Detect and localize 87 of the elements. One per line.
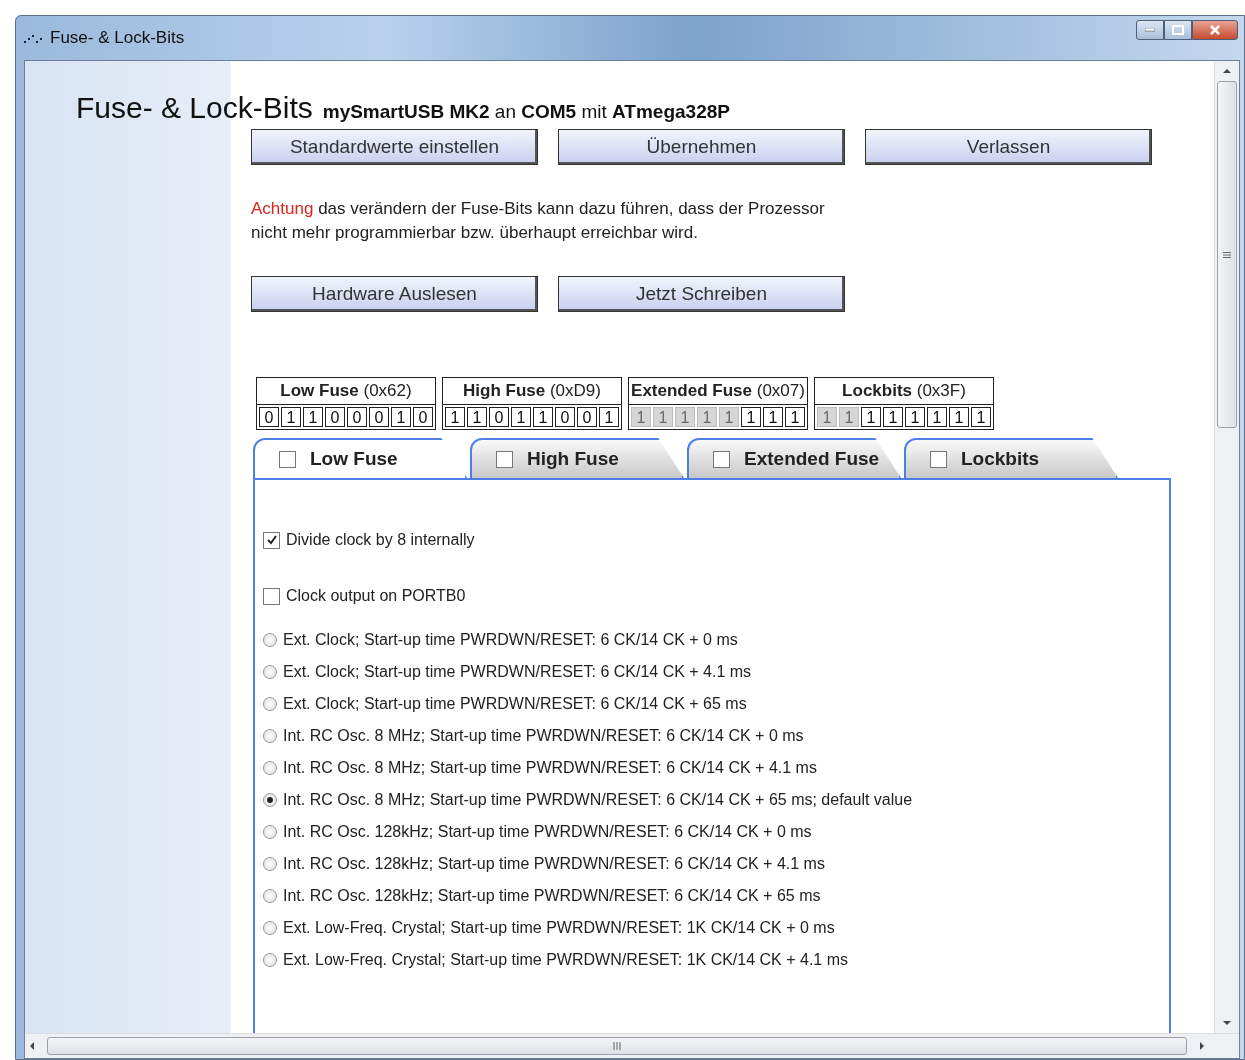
radio-button[interactable] bbox=[263, 921, 277, 935]
option-label: Ext. Clock; Start-up time PWRDWN/RESET: 6 CK/14 CK + 4.1 ms bbox=[283, 663, 752, 681]
checkbox[interactable] bbox=[713, 450, 730, 468]
action-button[interactable]: Standardwerte einstellen bbox=[251, 129, 538, 165]
bit-cell[interactable]: 0 bbox=[259, 407, 279, 427]
bit-cell[interactable]: 1 bbox=[785, 407, 805, 427]
scroll-down-icon[interactable] bbox=[1222, 1019, 1232, 1027]
bit-cell[interactable]: 1 bbox=[861, 407, 881, 427]
option-label: Ext. Clock; Start-up time PWRDWN/RESET: 6 CK/14 CK + 65 ms bbox=[283, 695, 747, 713]
bit-cell[interactable]: 1 bbox=[445, 407, 465, 427]
checkbox[interactable] bbox=[263, 531, 280, 549]
bit-cell[interactable]: 1 bbox=[281, 407, 301, 427]
bit-cell[interactable]: 1 bbox=[949, 407, 969, 427]
fuse-header: Extended Fuse (0x07) bbox=[629, 378, 807, 405]
option-label: Int. RC Osc. 8 MHz; Start-up time PWRDWN/RESET: 6 CK/14 CK + 4.1 ms bbox=[283, 759, 817, 777]
bit-cell[interactable]: 1 bbox=[905, 407, 925, 427]
device-info: mySmartUSB MK2 an COM5 mit ATmega328P bbox=[322, 101, 730, 123]
bit-cell[interactable]: 1 bbox=[511, 407, 531, 427]
fuse-header: Lockbits (0x3F) bbox=[815, 378, 993, 405]
checkbox[interactable] bbox=[263, 587, 280, 605]
option-label: Int. RC Osc. 128kHz; Start-up time PWRDWN/RESET: 6 CK/14 CK + 65 ms bbox=[283, 887, 821, 905]
option-label: Int. RC Osc. 128kHz; Start-up time PWRDWN/RESET: 6 CK/14 CK + 0 ms bbox=[283, 823, 812, 841]
option-label: Ext. Clock; Start-up time PWRDWN/RESET: 6 CK/14 CK + 0 ms bbox=[283, 631, 738, 649]
bit-cell[interactable]: 0 bbox=[347, 407, 367, 427]
option-label: Ext. Low-Freq. Crystal; Start-up time PWRDWN/RESET: 1K CK/14 CK + 4.1 ms bbox=[283, 951, 849, 969]
bit-cell[interactable]: 1 bbox=[467, 407, 487, 427]
option-label: Clock output on PORTB0 bbox=[286, 587, 466, 605]
radio-button[interactable] bbox=[263, 825, 277, 839]
checkbox[interactable] bbox=[279, 450, 296, 468]
app-icon bbox=[24, 33, 44, 43]
window-title: Fuse- & Lock-Bits bbox=[50, 28, 185, 48]
page-title: Fuse- & Lock-Bits bbox=[76, 91, 313, 125]
radio-button[interactable] bbox=[263, 889, 277, 903]
grip-icon bbox=[613, 1042, 621, 1050]
tab[interactable]: High Fuse bbox=[470, 438, 684, 478]
option-label: Int. RC Osc. 8 MHz; Start-up time PWRDWN/RESET: 6 CK/14 CK + 65 ms; default value bbox=[283, 791, 913, 809]
option-label: Ext. Low-Freq. Crystal; Start-up time PWRDWN/RESET: 1K CK/14 CK + 0 ms bbox=[283, 919, 835, 937]
bit-cell[interactable]: 0 bbox=[325, 407, 345, 427]
horizontal-scrollbar[interactable] bbox=[25, 1033, 1239, 1058]
bit-cell[interactable]: 0 bbox=[489, 407, 509, 427]
fuse-header: High Fuse (0xD9) bbox=[443, 378, 621, 405]
bit-cell[interactable]: 1 bbox=[391, 407, 411, 427]
tab[interactable]: Low Fuse bbox=[253, 438, 467, 478]
grip-icon bbox=[1223, 251, 1231, 258]
minimize-button[interactable] bbox=[1136, 20, 1164, 40]
bit-cell[interactable]: 0 bbox=[369, 407, 389, 427]
radio-button[interactable] bbox=[263, 857, 277, 871]
bit-cell[interactable]: 1 bbox=[883, 407, 903, 427]
maximize-button[interactable] bbox=[1164, 20, 1192, 40]
fuse-header: Low Fuse (0x62) bbox=[257, 378, 435, 405]
radio-button[interactable] bbox=[263, 953, 277, 967]
action-button[interactable]: Übernehmen bbox=[558, 129, 845, 165]
vertical-scrollbar[interactable] bbox=[1214, 61, 1239, 1033]
action-button[interactable]: Hardware Auslesen bbox=[251, 276, 538, 312]
bit-cell[interactable]: 1 bbox=[303, 407, 323, 427]
option-label: Divide clock by 8 internally bbox=[286, 531, 475, 549]
radio-button[interactable] bbox=[263, 697, 277, 711]
option-label: Int. RC Osc. 8 MHz; Start-up time PWRDWN/RESET: 6 CK/14 CK + 0 ms bbox=[283, 727, 804, 745]
close-button[interactable] bbox=[1192, 20, 1238, 40]
action-button[interactable]: Verlassen bbox=[865, 129, 1152, 165]
radio-button[interactable] bbox=[263, 633, 277, 647]
minimize-icon bbox=[1145, 28, 1155, 32]
bit-cell[interactable]: 1 bbox=[763, 407, 783, 427]
bit-cell[interactable]: 1 bbox=[741, 407, 761, 427]
bit-cell[interactable]: 0 bbox=[413, 407, 433, 427]
bit-cell[interactable]: 1 bbox=[533, 407, 553, 427]
tab[interactable]: Lockbits bbox=[904, 438, 1118, 478]
scroll-up-icon[interactable] bbox=[1222, 67, 1232, 75]
bit-cell[interactable]: 0 bbox=[555, 407, 575, 427]
bit-cell[interactable]: 1 bbox=[927, 407, 947, 427]
action-button[interactable]: Jetzt Schreiben bbox=[558, 276, 845, 312]
radio-button[interactable] bbox=[263, 761, 277, 775]
bit-cell[interactable]: 1 bbox=[599, 407, 619, 427]
maximize-icon bbox=[1172, 25, 1184, 35]
checkbox[interactable] bbox=[930, 450, 947, 468]
tab[interactable]: Extended Fuse bbox=[687, 438, 901, 478]
bit-cell[interactable]: 0 bbox=[577, 407, 597, 427]
close-icon bbox=[1209, 25, 1221, 35]
checkbox[interactable] bbox=[496, 450, 513, 468]
scroll-right-icon[interactable] bbox=[1198, 1041, 1206, 1051]
radio-button[interactable] bbox=[263, 793, 277, 807]
bit-cell[interactable]: 1 bbox=[971, 407, 991, 427]
scroll-left-icon[interactable] bbox=[28, 1041, 36, 1051]
warning-text: Achtung das verändern der Fuse-Bits kann dazu führen, dass der Prozessor nicht mehr programmierbar bzw. überhaupt erreichbar wird. bbox=[251, 198, 826, 244]
radio-button[interactable] bbox=[263, 665, 277, 679]
radio-button[interactable] bbox=[263, 729, 277, 743]
option-label: Int. RC Osc. 128kHz; Start-up time PWRDWN/RESET: 6 CK/14 CK + 4.1 ms bbox=[283, 855, 825, 873]
